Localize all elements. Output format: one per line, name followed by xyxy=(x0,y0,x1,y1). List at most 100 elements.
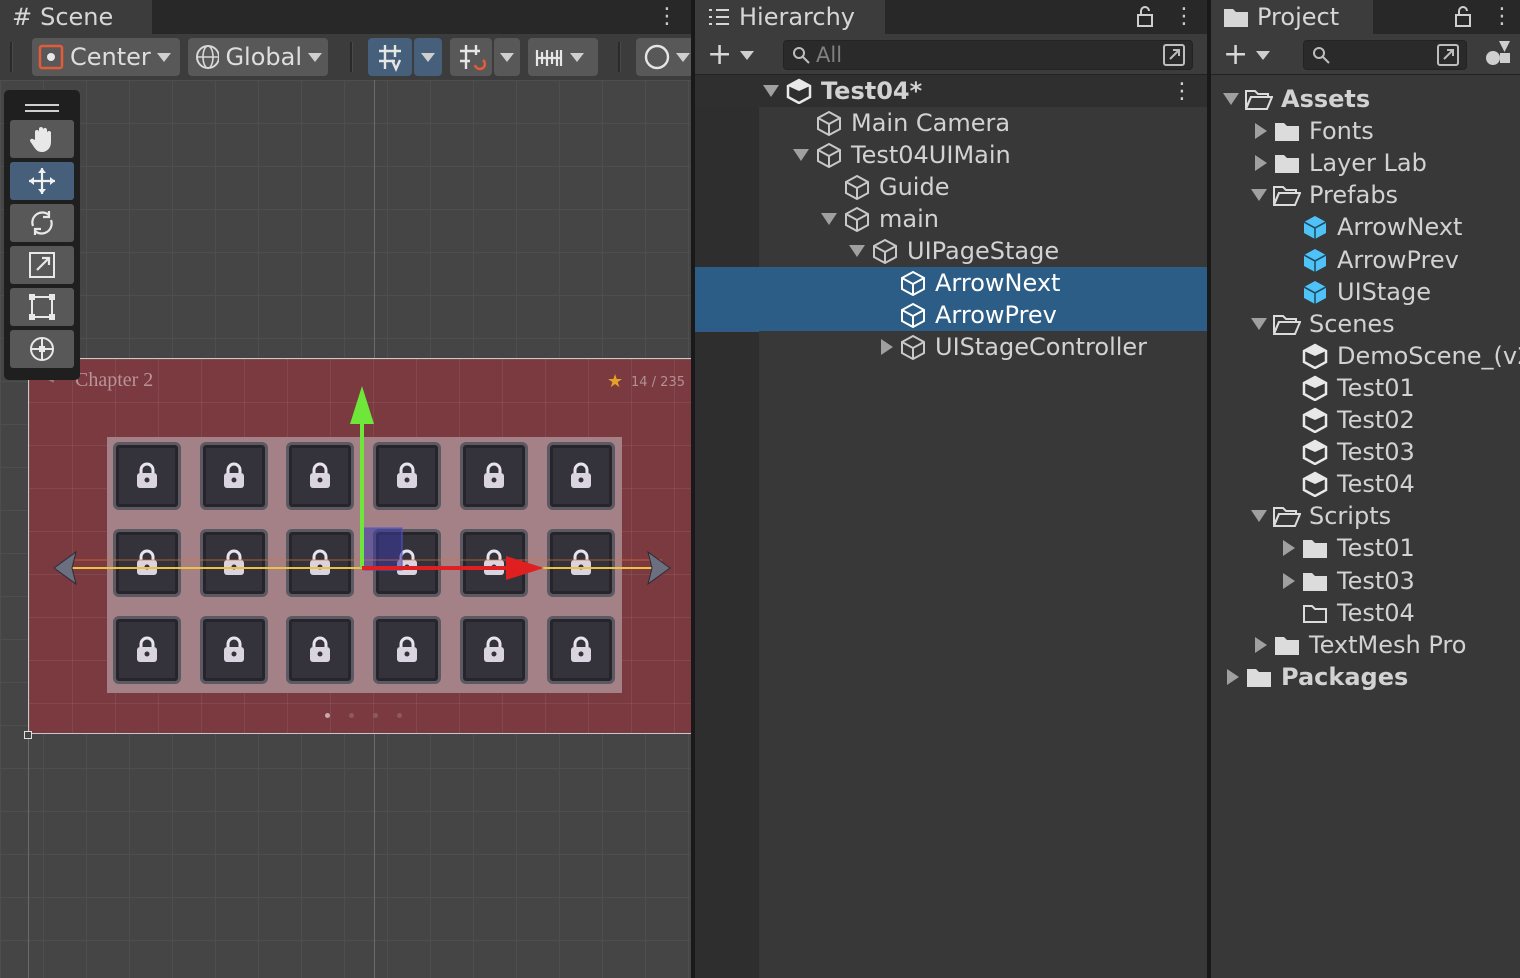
project-tree-item[interactable]: Prefabs xyxy=(1211,179,1520,211)
tree-item-label: Scripts xyxy=(1309,502,1392,531)
expand-arrow-icon[interactable] xyxy=(763,85,779,97)
folder-open-icon xyxy=(1245,85,1273,113)
expand-arrow-icon[interactable] xyxy=(1255,155,1267,172)
scene-viewport[interactable]: ◀ Chapter 2 ★ 14 / 235 xyxy=(0,80,691,978)
project-tree-item[interactable]: Scenes xyxy=(1211,308,1520,340)
scene-menu-icon[interactable]: ⋮ xyxy=(656,4,678,29)
project-tree-item[interactable]: Scripts xyxy=(1211,500,1520,532)
hand-tool-button[interactable] xyxy=(10,120,74,158)
scene-root-row[interactable]: Test04* ⋮ xyxy=(695,75,1207,107)
hierarchy-search[interactable]: All xyxy=(783,40,1193,70)
plus-icon: + xyxy=(1223,37,1249,72)
snap-settings-dropdown[interactable] xyxy=(528,38,598,76)
draw-mode-dropdown[interactable] xyxy=(636,38,691,76)
palette-drag-handle[interactable] xyxy=(10,96,74,120)
expand-arrow-icon[interactable] xyxy=(1283,540,1295,557)
expand-arrow-icon[interactable] xyxy=(1283,572,1295,589)
pivot-mode-dropdown[interactable]: Center xyxy=(32,38,180,76)
hierarchy-item[interactable]: Test04UIMain xyxy=(695,139,1207,171)
project-tree-item[interactable]: Test01 xyxy=(1211,532,1520,564)
project-tree-item[interactable]: Packages xyxy=(1211,661,1520,693)
rotate-tool-button[interactable] xyxy=(10,204,74,242)
expand-arrow-icon[interactable] xyxy=(1255,123,1267,140)
handle-space-dropdown[interactable]: Global xyxy=(188,38,328,76)
project-tab[interactable]: Project xyxy=(1211,0,1373,34)
hierarchy-item[interactable]: Guide xyxy=(695,171,1207,203)
hierarchy-tabbar: Hierarchy ⋮ xyxy=(695,0,1207,34)
lock-icon[interactable] xyxy=(1453,4,1473,28)
gameobject-cube-icon xyxy=(899,301,927,329)
project-tree-item[interactable]: Test03 xyxy=(1211,565,1520,597)
page-dot xyxy=(325,713,330,718)
project-tree-item[interactable]: Layer Lab xyxy=(1211,147,1520,179)
grid-snap-toggle[interactable] xyxy=(368,38,412,76)
project-menu-icon[interactable]: ⋮ xyxy=(1491,4,1513,29)
expand-arrow-icon[interactable] xyxy=(1227,668,1239,685)
collapse-arrow-icon[interactable] xyxy=(1223,93,1239,105)
hierarchy-item[interactable]: Main Camera xyxy=(695,107,1207,139)
project-tree-item[interactable]: UIStage xyxy=(1211,276,1520,308)
project-search[interactable] xyxy=(1303,40,1467,70)
row-indent xyxy=(1211,668,1245,685)
unity-scene-icon xyxy=(1301,342,1329,370)
prefab-icon xyxy=(1301,246,1329,274)
increment-snap-toggle[interactable] xyxy=(450,38,492,76)
plus-icon: + xyxy=(707,37,733,72)
rect-corner-handle[interactable] xyxy=(24,731,32,739)
project-tree-item[interactable]: Test04 xyxy=(1211,468,1520,500)
scene-panel: # Scene ⋮ Center Global Chapter 2 ★ 14 /… xyxy=(0,0,691,978)
expand-arrow-icon[interactable] xyxy=(1255,636,1267,653)
rect-tool-button[interactable] xyxy=(10,288,74,326)
hierarchy-item[interactable]: UIStageController xyxy=(695,331,1207,363)
project-tree-item[interactable]: Test04 xyxy=(1211,597,1520,629)
tree-item-label: ArrowPrev xyxy=(1337,245,1459,274)
scene-tab[interactable]: # Scene xyxy=(0,0,152,34)
search-scope-icon[interactable] xyxy=(1436,43,1460,67)
create-dropdown[interactable]: + xyxy=(707,37,755,72)
transform-tool-button[interactable] xyxy=(10,330,74,368)
project-tree-item[interactable]: ArrowPrev xyxy=(1211,244,1520,276)
tree-item-label: ArrowNext xyxy=(1337,213,1463,242)
hierarchy-item[interactable]: main xyxy=(695,203,1207,235)
folder-icon xyxy=(1245,663,1273,691)
lock-icon[interactable] xyxy=(1135,4,1155,28)
expand-arrow-icon[interactable] xyxy=(881,339,893,355)
create-asset-dropdown[interactable]: + xyxy=(1223,37,1271,72)
scene-root-menu-icon[interactable]: ⋮ xyxy=(1171,79,1193,104)
grid-snap-dropdown[interactable] xyxy=(414,38,442,76)
search-scope-icon[interactable] xyxy=(1162,43,1186,67)
row-indent xyxy=(1211,189,1273,202)
project-tree-item[interactable]: Test01 xyxy=(1211,372,1520,404)
tree-item-label: Test01 xyxy=(1337,373,1415,402)
tool-palette xyxy=(4,90,80,380)
collapse-arrow-icon[interactable] xyxy=(849,245,865,257)
scale-tool-button[interactable] xyxy=(10,246,74,284)
hierarchy-item[interactable]: ArrowNext xyxy=(695,267,1207,299)
unity-scene-icon xyxy=(1301,374,1329,402)
hierarchy-item[interactable]: UIPageStage xyxy=(695,235,1207,267)
scene-tabbar: # Scene ⋮ xyxy=(0,0,691,34)
collapse-arrow-icon[interactable] xyxy=(793,149,809,161)
hierarchy-item[interactable]: ArrowPrev xyxy=(695,299,1207,331)
collapse-arrow-icon[interactable] xyxy=(821,213,837,225)
project-tree-item[interactable]: Test03 xyxy=(1211,436,1520,468)
filter-by-type-icon[interactable] xyxy=(1483,38,1513,68)
search-icon xyxy=(1313,47,1330,64)
hierarchy-tab[interactable]: Hierarchy xyxy=(695,0,885,34)
folder-icon xyxy=(1224,9,1248,27)
hierarchy-menu-icon[interactable]: ⋮ xyxy=(1173,4,1195,29)
project-tree-item[interactable]: DemoScene_(v2 xyxy=(1211,340,1520,372)
move-gizmo[interactable] xyxy=(50,380,680,680)
gameobject-cube-icon xyxy=(843,205,871,233)
move-tool-button[interactable] xyxy=(10,162,74,200)
project-tree-item[interactable]: TextMesh Pro xyxy=(1211,629,1520,661)
row-indent xyxy=(1211,510,1273,523)
collapse-arrow-icon[interactable] xyxy=(1251,317,1267,330)
project-tree-item[interactable]: Fonts xyxy=(1211,115,1520,147)
project-tree-item[interactable]: Test02 xyxy=(1211,404,1520,436)
increment-snap-dropdown[interactable] xyxy=(494,38,520,76)
collapse-arrow-icon[interactable] xyxy=(1251,189,1267,202)
project-tree-item[interactable]: ArrowNext xyxy=(1211,211,1520,243)
collapse-arrow-icon[interactable] xyxy=(1251,510,1267,523)
project-tree-item[interactable]: Assets xyxy=(1211,83,1520,115)
